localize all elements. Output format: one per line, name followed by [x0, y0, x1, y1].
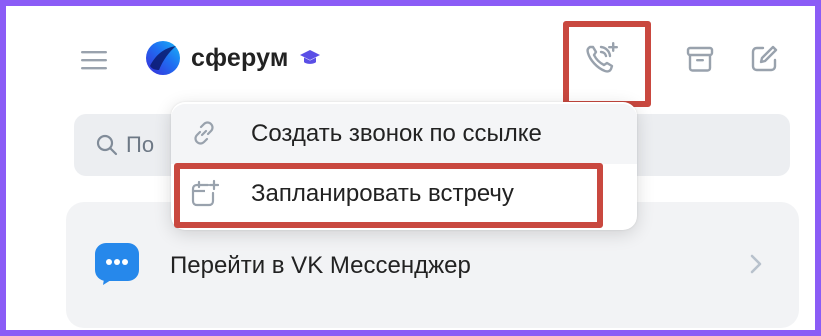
- create-call-link-item[interactable]: Создать звонок по ссылке: [171, 104, 637, 164]
- link-icon: [194, 121, 214, 145]
- sferum-logo-icon: [146, 41, 180, 75]
- schedule-meeting-highlight: [174, 163, 603, 228]
- phone-plus-icon: [586, 42, 618, 73]
- chevron-right-icon: [750, 254, 762, 274]
- logo-text: сферум: [191, 43, 289, 72]
- hamburger-icon: [81, 51, 107, 70]
- search-placeholder: По: [126, 132, 155, 157]
- vk-messenger-icon: [95, 243, 139, 285]
- graduation-cap-icon: [299, 50, 320, 64]
- app-logo: сферум: [143, 38, 321, 78]
- compose-icon: [751, 45, 778, 72]
- new-call-button[interactable]: [577, 35, 625, 83]
- vk-banner-label: Перейти в VK Мессенджер: [170, 252, 471, 279]
- archive-icon: [686, 46, 714, 72]
- archive-button[interactable]: [678, 37, 722, 81]
- menu-button[interactable]: [76, 43, 112, 77]
- create-call-link-label: Создать звонок по ссылке: [251, 120, 542, 147]
- screenshot-frame: сферум По Перейти в VK Мессенджер Создат…: [0, 0, 821, 336]
- search-icon: [96, 134, 118, 156]
- compose-button[interactable]: [742, 37, 786, 81]
